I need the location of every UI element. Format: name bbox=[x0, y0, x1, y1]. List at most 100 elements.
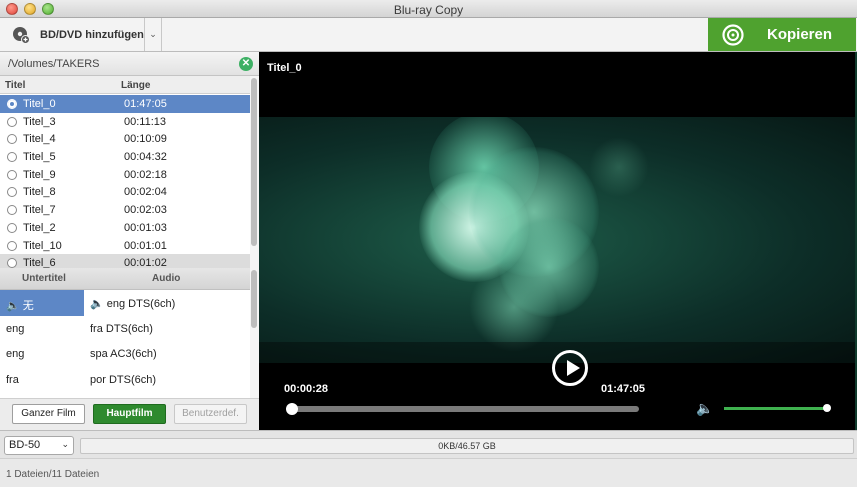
title-list: Titel_0 01:47:05 Titel_3 00:11:13 Titel_4 00:… bbox=[0, 95, 250, 272]
title-panel: /Volumes/TAKERS ✕ Titel Länge Titel_0 01:… bbox=[0, 52, 259, 430]
title-radio[interactable] bbox=[7, 258, 17, 269]
seek-handle[interactable] bbox=[286, 403, 299, 415]
copy-button[interactable]: Kopieren bbox=[708, 18, 856, 51]
chevron-down-icon: ⌄ bbox=[149, 29, 157, 39]
source-path: /Volumes/TAKERS bbox=[8, 58, 100, 70]
toolbar: BD/DVD hinzufügen ⌄ Kopieren bbox=[0, 18, 857, 52]
subtitle-label: 无 bbox=[22, 300, 34, 312]
subtitle-option[interactable]: fra bbox=[0, 367, 84, 393]
track-row: 🔈 无 🔈 eng DTS(6ch) bbox=[0, 290, 250, 316]
title-radio[interactable] bbox=[7, 116, 17, 127]
title-row[interactable]: Titel_5 00:04:32 bbox=[0, 148, 250, 166]
play-button[interactable] bbox=[552, 350, 588, 386]
title-name: Titel_9 bbox=[23, 168, 56, 181]
title-row[interactable]: Titel_9 00:02:18 bbox=[0, 166, 250, 184]
source-path-bar: /Volumes/TAKERS ✕ bbox=[0, 52, 259, 76]
title-length: 01:47:05 bbox=[124, 98, 167, 110]
title-name: Titel_2 bbox=[23, 221, 56, 234]
video-frame[interactable] bbox=[259, 117, 855, 363]
copy-label: Kopieren bbox=[767, 26, 833, 43]
total-time: 01:47:05 bbox=[601, 383, 646, 395]
title-radio[interactable] bbox=[7, 222, 17, 233]
subtitle-column-label: Untertitel bbox=[22, 273, 66, 284]
subtitle-label: eng bbox=[6, 322, 25, 335]
remove-source-icon[interactable]: ✕ bbox=[239, 57, 253, 71]
track-list-scrollbar[interactable] bbox=[250, 268, 259, 398]
title-name: Titel_3 bbox=[23, 115, 56, 128]
title-row[interactable]: Titel_10 00:01:01 bbox=[0, 237, 250, 255]
title-row[interactable]: Titel_0 01:47:05 bbox=[0, 95, 250, 113]
title-row[interactable]: Titel_7 00:02:03 bbox=[0, 201, 250, 219]
chevron-down-icon: ⌄ bbox=[61, 439, 69, 449]
add-disc-label: BD/DVD hinzufügen bbox=[40, 28, 144, 41]
title-length: 00:02:03 bbox=[124, 204, 167, 217]
capacity-text: 0KB/46.57 GB bbox=[438, 441, 496, 451]
title-row[interactable]: Titel_2 00:01:03 bbox=[0, 219, 250, 237]
subtitle-option[interactable]: 🔈 无 bbox=[0, 290, 84, 316]
capacity-bar: 0KB/46.57 GB bbox=[80, 438, 854, 454]
main-movie-button[interactable]: Hauptfilm bbox=[93, 404, 166, 424]
audio-label: eng DTS(6ch) bbox=[106, 298, 176, 310]
title-row[interactable]: Titel_4 00:10:09 bbox=[0, 130, 250, 148]
title-row[interactable]: Titel_3 00:11:13 bbox=[0, 113, 250, 131]
speaker-icon[interactable]: 🔈 bbox=[696, 400, 713, 417]
subtitle-option[interactable]: eng bbox=[0, 341, 84, 367]
title-radio[interactable] bbox=[7, 99, 17, 109]
video-preview: Titel_0 00:00:28 01:47:05 🔈 bbox=[259, 52, 855, 430]
add-disc-button[interactable]: BD/DVD hinzufügen bbox=[0, 18, 144, 51]
title-length: 00:01:01 bbox=[124, 239, 167, 252]
track-row: fra por DTS(6ch) bbox=[0, 367, 250, 393]
title-radio[interactable] bbox=[7, 169, 17, 180]
title-radio[interactable] bbox=[7, 152, 17, 163]
title-radio[interactable] bbox=[7, 240, 17, 251]
title-length: 00:10:09 bbox=[124, 133, 167, 146]
disc-type-select[interactable]: BD-50 ⌄ bbox=[4, 436, 74, 455]
window-titlebar: Blu-ray Copy bbox=[0, 0, 857, 18]
seek-bar[interactable] bbox=[286, 403, 639, 415]
title-length: 00:02:18 bbox=[124, 168, 167, 181]
current-time: 00:00:28 bbox=[284, 383, 329, 395]
length-column-label: Länge bbox=[121, 80, 151, 91]
title-name: Titel_5 bbox=[23, 151, 56, 164]
title-length: 00:04:32 bbox=[124, 151, 167, 164]
footer: 1 Dateien/11 Dateien bbox=[0, 458, 857, 487]
title-length: 00:11:13 bbox=[124, 115, 167, 128]
subtitle-label: eng bbox=[6, 348, 25, 360]
title-length: 00:02:04 bbox=[124, 186, 167, 199]
disc-add-icon bbox=[13, 26, 30, 44]
title-name: Titel_4 bbox=[23, 133, 56, 146]
title-radio[interactable] bbox=[7, 187, 17, 198]
disc-type-value: BD-50 bbox=[9, 439, 41, 451]
custom-button[interactable]: Benutzerdef. bbox=[174, 404, 247, 424]
window-title: Blu-ray Copy bbox=[393, 3, 464, 17]
full-movie-button[interactable]: Ganzer Film bbox=[12, 404, 85, 424]
title-list-scrollbar[interactable] bbox=[250, 76, 259, 268]
volume-handle[interactable] bbox=[823, 404, 831, 412]
audio-label: spa AC3(6ch) bbox=[90, 348, 157, 360]
title-name: Titel_8 bbox=[23, 186, 56, 199]
title-name: Titel_10 bbox=[23, 239, 62, 252]
title-name: Titel_7 bbox=[23, 204, 56, 217]
copy-disc-icon bbox=[722, 23, 744, 46]
add-disc-dropdown[interactable]: ⌄ bbox=[144, 18, 162, 51]
track-header: Untertitel Audio bbox=[0, 268, 250, 290]
title-length: 00:01:03 bbox=[124, 221, 167, 234]
subtitle-option[interactable]: eng bbox=[0, 316, 84, 342]
title-row[interactable]: Titel_8 00:02:04 bbox=[0, 183, 250, 201]
audio-label: por DTS(6ch) bbox=[90, 373, 157, 386]
file-count: 1 Dateien/11 Dateien bbox=[6, 469, 100, 480]
status-bar: BD-50 ⌄ 0KB/46.57 GB bbox=[0, 430, 857, 458]
track-row: eng spa AC3(6ch) bbox=[0, 341, 250, 367]
track-list: 🔈 无 🔈 eng DTS(6ch) eng fra DTS(6ch) eng spa A… bbox=[0, 290, 250, 392]
title-column-label: Titel bbox=[5, 80, 26, 91]
video-title: Titel_0 bbox=[267, 62, 302, 74]
volume-slider[interactable] bbox=[724, 404, 831, 412]
subtitle-label: fra bbox=[6, 373, 19, 386]
speaker-icon: 🔈 bbox=[6, 300, 20, 312]
audio-label: fra DTS(6ch) bbox=[90, 322, 153, 335]
title-radio[interactable] bbox=[7, 134, 17, 145]
mode-buttons: Ganzer Film Hauptfilm Benutzerdef. bbox=[0, 398, 259, 430]
speaker-icon: 🔈 bbox=[90, 298, 104, 310]
track-row: eng fra DTS(6ch) bbox=[0, 316, 250, 342]
title-radio[interactable] bbox=[7, 205, 17, 216]
